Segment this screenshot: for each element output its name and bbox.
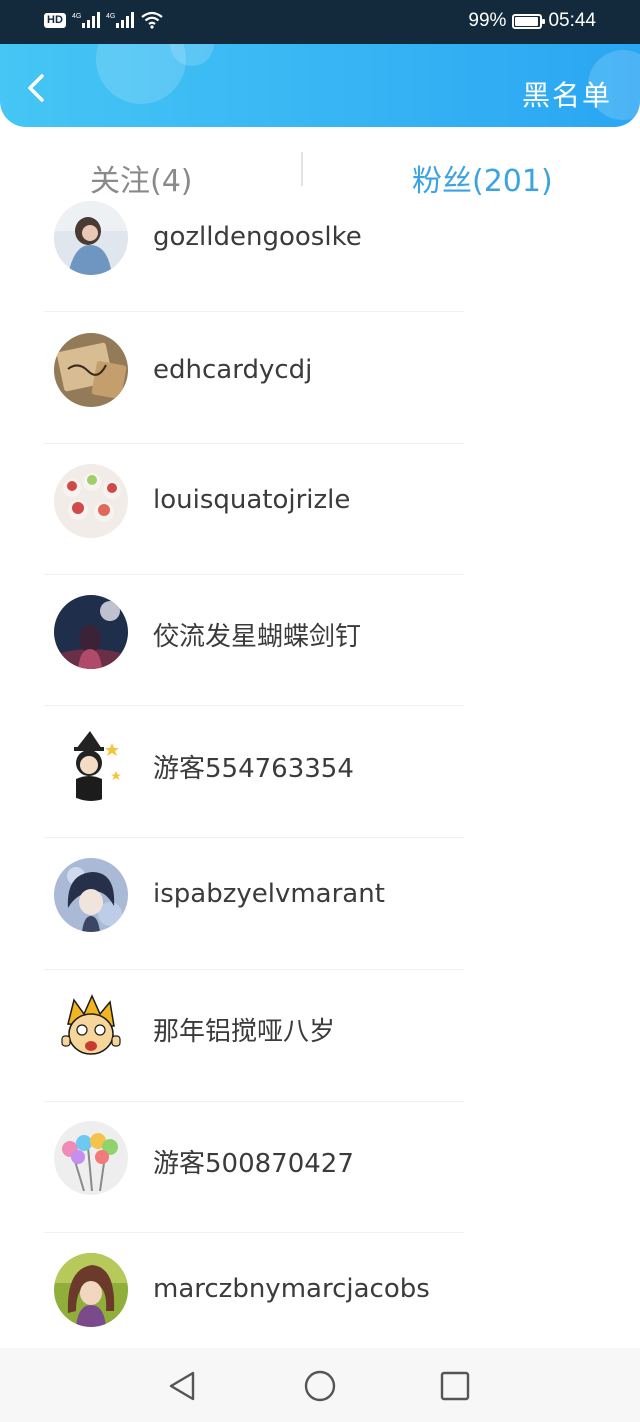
battery-percent: 99% xyxy=(468,10,507,31)
avatar[interactable] xyxy=(54,1121,128,1195)
header: 黑名单 xyxy=(0,44,640,127)
list-item[interactable]: ispabzyelvmarant xyxy=(0,857,640,988)
circle-home-icon xyxy=(304,1370,336,1402)
wifi-icon xyxy=(141,11,163,29)
fan-name: 游客500870427 xyxy=(153,1149,354,1179)
list-divider xyxy=(44,705,464,706)
avatar[interactable] xyxy=(54,595,128,669)
avatar[interactable] xyxy=(54,201,128,275)
fan-name: 游客554763354 xyxy=(153,754,354,784)
tab-fans[interactable]: 粉丝(201) xyxy=(412,156,553,200)
nav-recent-button[interactable] xyxy=(437,1368,473,1404)
network-4g-right: 4G xyxy=(106,13,115,20)
fan-name: edhcardycdj xyxy=(153,355,313,385)
avatar[interactable] xyxy=(54,858,128,932)
list-item[interactable]: 游客500870427 xyxy=(0,1121,640,1252)
battery-icon xyxy=(512,13,546,29)
system-nav-bar xyxy=(0,1348,640,1422)
avatar[interactable] xyxy=(54,464,128,538)
tab-following[interactable]: 关注(4) xyxy=(90,156,193,200)
list-item[interactable]: gozlldengooslke xyxy=(0,200,640,331)
nav-home-button[interactable] xyxy=(302,1368,338,1404)
status-left: HD 4G 4G xyxy=(44,11,164,29)
tab-divider xyxy=(301,152,303,186)
fan-name: louisquatojrizle xyxy=(153,485,351,515)
avatar[interactable] xyxy=(54,990,128,1064)
signal-4g-icon: 4G xyxy=(72,12,100,28)
avatar[interactable] xyxy=(54,333,128,407)
list-item[interactable]: edhcardycdj xyxy=(0,331,640,462)
back-button[interactable] xyxy=(18,66,58,106)
clock: 05:44 xyxy=(548,10,596,31)
triangle-back-icon xyxy=(169,1371,195,1401)
list-divider xyxy=(44,837,464,838)
list-item[interactable]: 那年铝搅哑八岁 xyxy=(0,989,640,1120)
avatar[interactable] xyxy=(54,1253,128,1327)
nav-back-button[interactable] xyxy=(164,1368,200,1404)
list-divider xyxy=(44,443,464,444)
signal-4g-icon-2: 4G xyxy=(106,12,134,28)
chevron-left-icon xyxy=(28,74,44,102)
fan-name: marczbnymarcjacobs xyxy=(153,1274,430,1304)
status-bar: HD 4G 4G 99% 05:44 xyxy=(0,0,640,44)
fan-name: 佼流发星蝴蝶剑钉 xyxy=(153,622,362,652)
network-4g-left: 4G xyxy=(72,13,81,20)
fan-name: gozlldengooslke xyxy=(153,222,362,252)
list-divider xyxy=(44,1232,464,1233)
blacklist-button[interactable]: 黑名单 xyxy=(522,74,612,114)
list-item[interactable]: louisquatojrizle xyxy=(0,463,640,594)
square-recent-icon xyxy=(440,1371,470,1401)
list-divider xyxy=(44,311,464,312)
fan-name: ispabzyelvmarant xyxy=(153,879,385,909)
status-right: 99% 05:44 xyxy=(468,10,596,32)
list-item[interactable]: 佼流发星蝴蝶剑钉 xyxy=(0,594,640,725)
list-divider xyxy=(44,969,464,970)
avatar[interactable] xyxy=(54,727,128,801)
list-divider xyxy=(44,1101,464,1102)
hd-badge: HD xyxy=(44,12,66,28)
list-divider xyxy=(44,574,464,575)
list-item[interactable]: 游客554763354 xyxy=(0,726,640,857)
tab-bar: 关注(4) 粉丝(201) xyxy=(0,128,640,208)
fan-name: 那年铝搅哑八岁 xyxy=(153,1017,336,1047)
